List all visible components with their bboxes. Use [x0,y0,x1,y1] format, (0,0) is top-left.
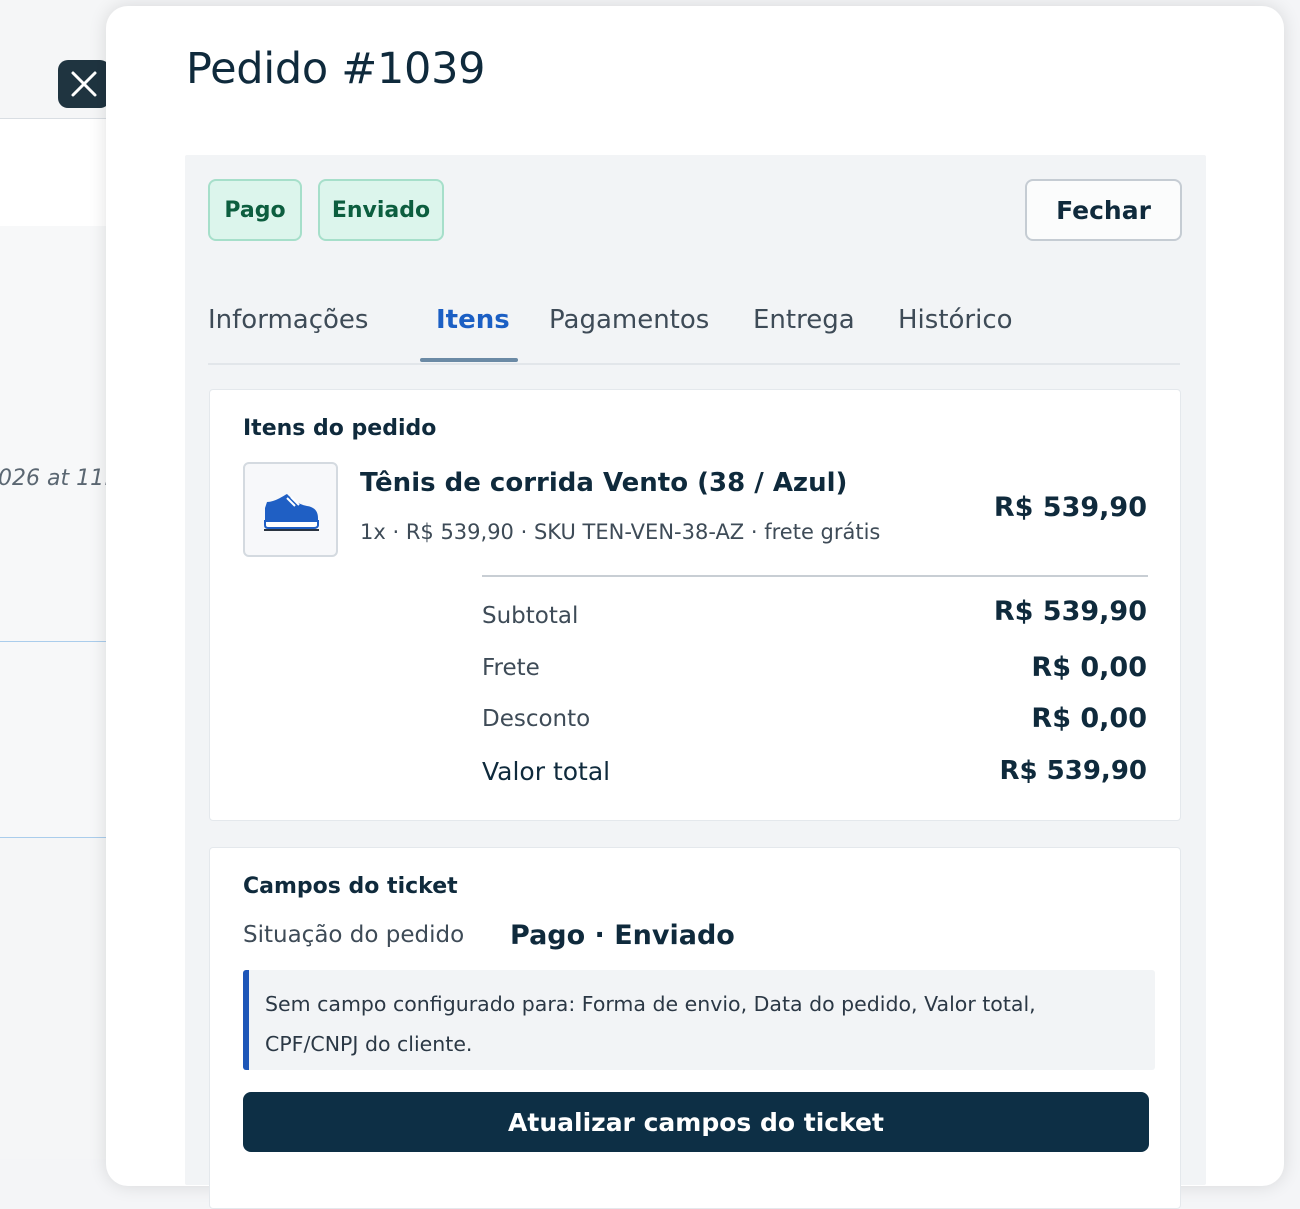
tab-itens[interactable]: Itens [436,305,510,335]
ticket-fields-card: Campos do ticket Situação do pedido Pago… [209,847,1181,1209]
summary-divider [482,575,1148,577]
background-row [0,118,120,228]
subtotal-label: Subtotal [482,603,579,629]
status-badge-paid: Pago [208,179,302,241]
product-meta: 1x · R$ 539,90 · SKU TEN-VEN-38-AZ · fre… [360,520,881,544]
discount-value: R$ 0,00 [1031,703,1147,734]
active-tab-indicator [420,358,518,362]
close-button[interactable]: Fechar [1025,179,1182,241]
shipping-value: R$ 0,00 [1031,652,1147,683]
order-modal: Pedido #1039 Pago Enviado Fechar Informa… [106,6,1284,1209]
modal-content: Pago Enviado Fechar Informações Itens Pa… [185,155,1206,1209]
update-ticket-fields-button[interactable]: Atualizar campos do ticket [243,1092,1149,1152]
tab-historico[interactable]: Histórico [898,305,1013,335]
info-notice: Sem campo configurado para: Forma de env… [243,970,1155,1070]
order-status-label: Situação do pedido [243,922,465,948]
tab-informacoes[interactable]: Informações [208,305,368,335]
section-title: Itens do pedido [243,416,437,441]
background-row-selected [0,641,120,838]
tab-bar: Informações Itens Pagamentos Entrega His… [208,293,1180,365]
tab-pagamentos[interactable]: Pagamentos [549,305,709,335]
subtotal-value: R$ 539,90 [993,596,1147,627]
status-badge-shipped: Enviado [318,179,444,241]
product-name: Tênis de corrida Vento (38 / Azul) [360,468,848,498]
order-items-card: Itens do pedido Tênis de corrida Vento (… [209,389,1181,821]
tab-entrega[interactable]: Entrega [753,305,855,335]
close-icon [71,71,97,97]
product-price: R$ 539,90 [993,492,1147,523]
sneaker-icon [263,493,319,531]
shipping-label: Frete [482,655,540,681]
close-drawer-button[interactable] [58,60,110,108]
product-thumbnail [243,462,338,557]
total-value: R$ 539,90 [999,756,1148,786]
total-label: Valor total [482,757,611,786]
info-notice-text: Sem campo configurado para: Forma de env… [265,992,1036,1056]
discount-label: Desconto [482,706,591,732]
background-row [0,226,120,641]
page-title: Pedido #1039 [186,44,486,94]
order-status-value: Pago · Enviado [510,920,735,951]
section-title: Campos do ticket [243,874,458,899]
